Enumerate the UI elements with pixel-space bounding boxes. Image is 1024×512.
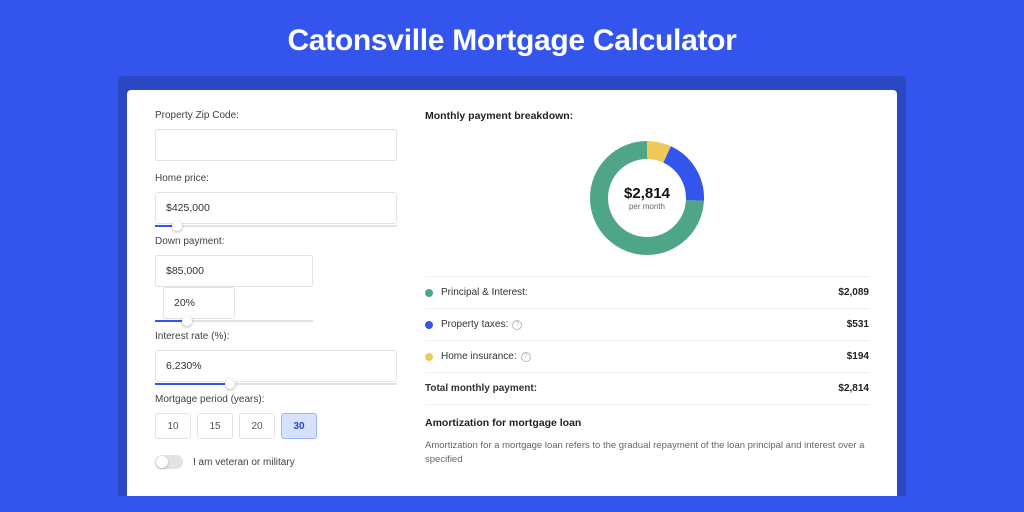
price-slider[interactable] (155, 225, 397, 227)
legend-value: $531 (847, 319, 869, 330)
down-label: Down payment: (155, 236, 397, 247)
info-icon[interactable]: ? (512, 320, 522, 330)
info-icon[interactable]: ? (521, 352, 531, 362)
zip-input[interactable] (155, 129, 397, 161)
veteran-row: I am veteran or military (155, 455, 397, 469)
legend-dot (425, 289, 433, 297)
down-field: Down payment: (155, 236, 397, 319)
legend-label: Principal & Interest: (441, 287, 838, 298)
zip-label: Property Zip Code: (155, 110, 397, 121)
page-title: Catonsville Mortgage Calculator (0, 24, 1024, 58)
donut-sub: per month (629, 202, 665, 211)
period-label: Mortgage period (years): (155, 394, 397, 405)
donut-center: $2,814 per month (585, 136, 709, 260)
legend-dot (425, 353, 433, 361)
legend: Principal & Interest:$2,089Property taxe… (425, 276, 869, 373)
legend-row: Principal & Interest:$2,089 (425, 277, 869, 309)
rate-label: Interest rate (%): (155, 331, 397, 342)
legend-value: $2,089 (838, 287, 869, 298)
period-option-10[interactable]: 10 (155, 413, 191, 439)
legend-total-row: Total monthly payment: $2,814 (425, 373, 869, 405)
amortization-section: Amortization for mortgage loan Amortizat… (425, 417, 869, 468)
legend-dot (425, 321, 433, 329)
period-group: 10152030 (155, 413, 397, 439)
down-pct-input[interactable] (163, 287, 235, 319)
period-option-30[interactable]: 30 (281, 413, 317, 439)
donut-wrap: $2,814 per month (425, 130, 869, 276)
price-slider-thumb[interactable] (172, 221, 182, 231)
amortization-heading: Amortization for mortgage loan (425, 417, 869, 429)
rate-slider[interactable] (155, 383, 397, 385)
rate-slider-thumb[interactable] (225, 379, 235, 389)
veteran-toggle[interactable] (155, 455, 183, 469)
legend-value: $194 (847, 351, 869, 362)
zip-field: Property Zip Code: (155, 110, 397, 161)
legend-label: Property taxes:? (441, 319, 847, 330)
price-field: Home price: (155, 173, 397, 224)
form-panel: Property Zip Code: Home price: Down paym… (155, 110, 397, 496)
rate-input[interactable] (155, 350, 397, 382)
price-label: Home price: (155, 173, 397, 184)
legend-row: Home insurance:?$194 (425, 341, 869, 373)
donut-amount: $2,814 (624, 185, 670, 202)
period-option-15[interactable]: 15 (197, 413, 233, 439)
period-option-20[interactable]: 20 (239, 413, 275, 439)
legend-total-value: $2,814 (838, 383, 869, 394)
breakdown-heading: Monthly payment breakdown: (425, 110, 869, 122)
price-input[interactable] (155, 192, 397, 224)
down-slider[interactable] (155, 320, 313, 322)
toggle-knob (156, 456, 168, 468)
down-slider-thumb[interactable] (182, 316, 192, 326)
legend-row: Property taxes:?$531 (425, 309, 869, 341)
legend-label: Home insurance:? (441, 351, 847, 362)
calculator-card: Property Zip Code: Home price: Down paym… (127, 90, 897, 496)
rate-field: Interest rate (%): (155, 331, 397, 382)
period-field: Mortgage period (years): 10152030 (155, 394, 397, 439)
breakdown-panel: Monthly payment breakdown: $2,814 per mo… (425, 110, 869, 496)
veteran-label: I am veteran or military (193, 457, 295, 468)
rate-slider-fill (155, 383, 230, 385)
content-band: Property Zip Code: Home price: Down paym… (118, 76, 906, 496)
down-input[interactable] (155, 255, 313, 287)
donut-chart: $2,814 per month (585, 136, 709, 260)
amortization-text: Amortization for a mortgage loan refers … (425, 439, 869, 468)
legend-total-label: Total monthly payment: (425, 383, 838, 394)
